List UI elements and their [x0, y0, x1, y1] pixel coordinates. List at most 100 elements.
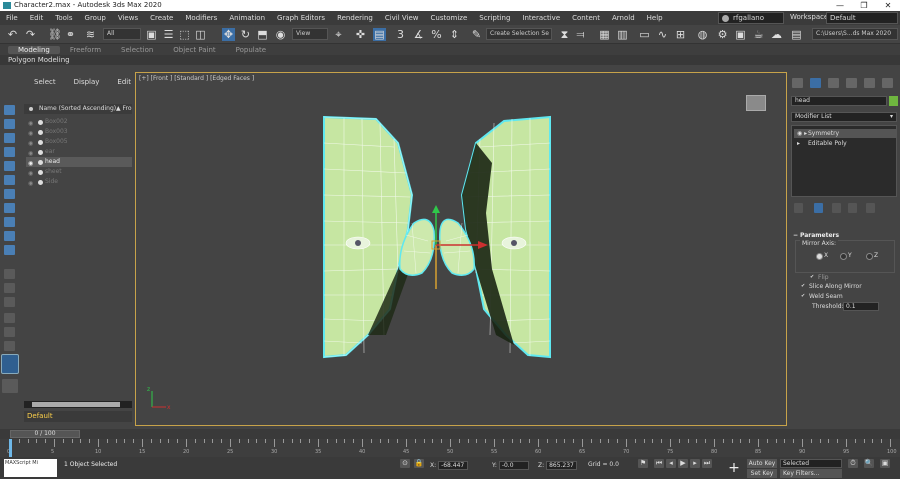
tab-object-paint[interactable]: Object Paint	[163, 46, 225, 54]
scene-object-row[interactable]: ◉ Side	[26, 177, 132, 187]
layer-mode-icon[interactable]	[2, 379, 18, 393]
workspace-select[interactable]: Default	[826, 12, 898, 24]
redo-icon[interactable]: ↷	[24, 28, 37, 41]
column-header[interactable]: Name (Sorted Ascending) ▲ Fro	[24, 104, 132, 114]
scene-object-row[interactable]: ◉ sheet	[26, 167, 132, 177]
create-tab-icon[interactable]	[792, 78, 803, 88]
object-color-swatch[interactable]	[889, 96, 898, 106]
set-key-button[interactable]: Set Key	[747, 469, 777, 478]
rendered-frame-window-icon[interactable]: ▣	[734, 28, 747, 41]
menu-animation[interactable]: Animation	[223, 14, 271, 22]
toggle-scene-explorer-icon[interactable]: ▦	[598, 28, 611, 41]
next-frame-icon[interactable]: ▸	[690, 459, 700, 468]
display-geometry-icon[interactable]	[4, 105, 15, 115]
menu-interactive[interactable]: Interactive	[516, 14, 566, 22]
maximize-button[interactable]: ❐	[852, 0, 876, 11]
minimize-button[interactable]: —	[828, 0, 852, 11]
undo-icon[interactable]: ↶	[6, 28, 19, 41]
modifier-list-dropdown[interactable]: Modifier List	[791, 112, 897, 122]
trackbar[interactable]: 0510152025303540455055606570758085909510…	[0, 439, 900, 457]
display-shapes-icon[interactable]	[4, 119, 15, 129]
front-viewport[interactable]: [+] [Front ] [Standard ] [Edged Faces ]	[135, 72, 787, 426]
user-account-button[interactable]: rfgallano	[718, 12, 784, 24]
time-slider[interactable]: 0 / 100	[10, 430, 80, 438]
x-coordinate[interactable]: X: -68.447	[430, 461, 469, 470]
reference-coordinate-select[interactable]: View	[292, 28, 328, 40]
menu-tools[interactable]: Tools	[49, 14, 78, 22]
scrollbar-thumb[interactable]	[32, 402, 120, 407]
find-icon[interactable]	[4, 341, 15, 351]
y-value[interactable]: -0.0	[498, 461, 529, 470]
modifier-toggle-icon[interactable]: ◉ ▸	[797, 129, 807, 138]
maximize-viewport-icon[interactable]: ▣	[880, 459, 890, 468]
toggle-ribbon-icon[interactable]: ▭	[638, 28, 651, 41]
menu-scripting[interactable]: Scripting	[473, 14, 516, 22]
auto-key-button[interactable]: Auto Key	[747, 459, 777, 468]
object-name-field[interactable]: head	[791, 96, 887, 106]
menu-display[interactable]: Display	[62, 76, 106, 88]
selection-lock-icon[interactable]: 🔒	[414, 459, 424, 468]
threshold-spinner[interactable]: 0.1	[843, 302, 879, 311]
explorer-mode-icon[interactable]	[1, 354, 19, 374]
tab-modeling[interactable]: Modeling	[8, 45, 60, 54]
keyboard-shortcut-override-icon[interactable]: ▤	[373, 28, 386, 41]
set-key-plus-icon[interactable]: +	[726, 459, 742, 477]
display-groups-icon[interactable]	[4, 189, 15, 199]
show-end-result-icon[interactable]	[814, 203, 823, 213]
menu-create[interactable]: Create	[144, 14, 179, 22]
menu-customize[interactable]: Customize	[425, 14, 474, 22]
unlink-icon[interactable]: ⚭	[64, 28, 77, 41]
axis-x-radio[interactable]: X	[816, 252, 828, 260]
previous-frame-icon[interactable]: ◂	[666, 459, 676, 468]
key-selection-dropdown[interactable]: Selected	[780, 459, 842, 468]
time-configuration-icon[interactable]: ⏱	[848, 459, 858, 468]
curve-editor-icon[interactable]: ∿	[656, 28, 669, 41]
render-setup-icon[interactable]: ⚙	[716, 28, 729, 41]
stack-item-editable-poly[interactable]: ▸ Editable Poly	[794, 139, 896, 148]
visibility-eye-icon[interactable]: ◉	[28, 179, 33, 189]
scene-object-row[interactable]: ◉ Box003	[26, 127, 132, 137]
schematic-view-icon[interactable]: ⊞	[674, 28, 687, 41]
axis-z-radio[interactable]: Z	[866, 252, 878, 260]
display-lights-icon[interactable]	[4, 133, 15, 143]
modify-tab-icon[interactable]	[810, 78, 821, 88]
menu-select[interactable]: Select	[22, 76, 62, 88]
display-children-icon[interactable]	[4, 269, 15, 279]
maxscript-listener[interactable]: MAXScript Mi	[4, 459, 57, 477]
go-to-start-icon[interactable]: ⏮	[654, 459, 664, 468]
current-layer-select[interactable]: Default	[24, 411, 132, 422]
utilities-tab-icon[interactable]	[882, 78, 893, 88]
display-containers-icon[interactable]	[4, 231, 15, 241]
display-xrefs-icon[interactable]	[4, 203, 15, 213]
select-manipulate-icon[interactable]: ✜	[354, 28, 367, 41]
go-to-end-icon[interactable]: ⏭	[702, 459, 712, 468]
motion-tab-icon[interactable]	[846, 78, 857, 88]
menu-civil-view[interactable]: Civil View	[379, 14, 425, 22]
window-crossing-icon[interactable]: ◫	[194, 28, 207, 41]
move-icon[interactable]: ✥	[222, 28, 235, 41]
menu-rendering[interactable]: Rendering	[331, 14, 379, 22]
tab-freeform[interactable]: Freeform	[60, 46, 111, 54]
tab-populate[interactable]: Populate	[226, 46, 276, 54]
bind-space-warp-icon[interactable]: ≋	[84, 28, 97, 41]
select-by-name-icon[interactable]: ☰	[162, 28, 175, 41]
play-icon[interactable]: ▶	[678, 459, 688, 468]
display-frozen-icon[interactable]	[4, 245, 15, 255]
z-value[interactable]: 865.237	[546, 461, 577, 470]
scene-object-row[interactable]: ◉ Box005	[26, 137, 132, 147]
open-folder-icon[interactable]: ▤	[790, 28, 803, 41]
display-bones-icon[interactable]	[4, 217, 15, 227]
display-dependents-icon[interactable]	[4, 297, 15, 307]
hierarchy-tab-icon[interactable]	[828, 78, 839, 88]
zoom-icon[interactable]: 🔍	[864, 459, 874, 468]
explorer-horizontal-scrollbar[interactable]	[24, 401, 132, 408]
z-coordinate[interactable]: Z: 865.237	[538, 461, 577, 470]
configure-modifier-sets-icon[interactable]	[866, 203, 875, 213]
scene-object-row[interactable]: ◉ ear	[26, 147, 132, 157]
render-production-icon[interactable]: ☕	[752, 28, 765, 41]
percent-snap-icon[interactable]: %	[430, 28, 443, 41]
axis-y-radio[interactable]: Y	[840, 252, 852, 260]
display-helpers-icon[interactable]	[4, 161, 15, 171]
menu-edit-explorer[interactable]: Edit	[105, 76, 137, 88]
link-icon[interactable]: ⛓	[48, 28, 62, 41]
